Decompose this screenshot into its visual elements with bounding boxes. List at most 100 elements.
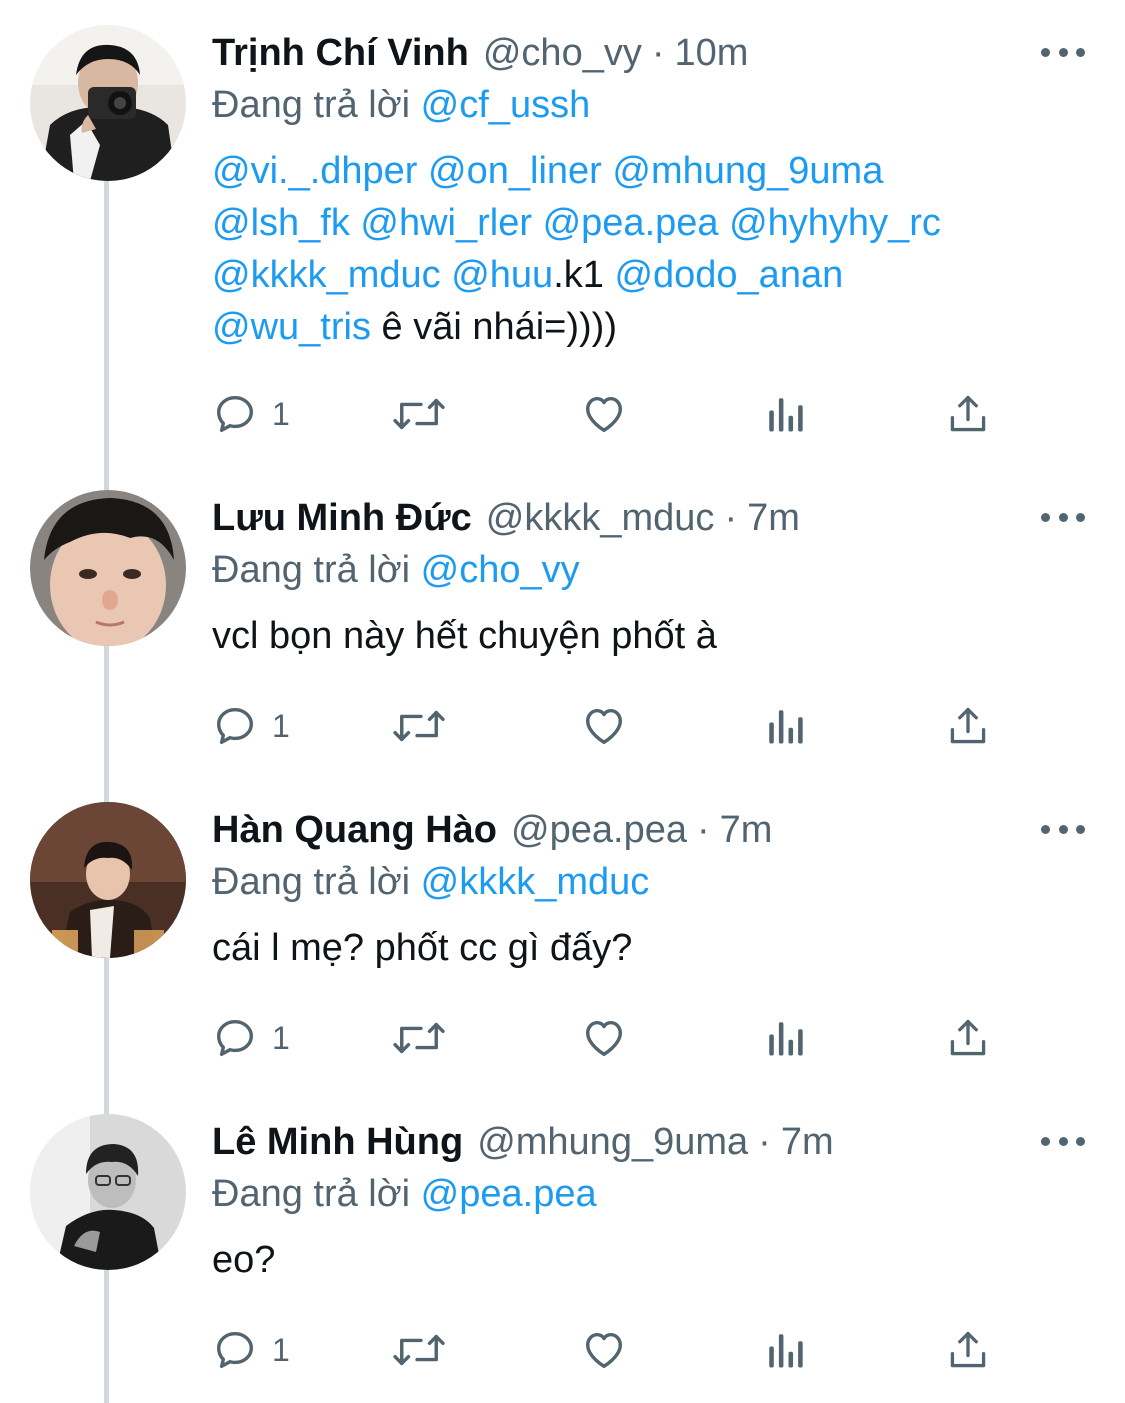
reply-button[interactable]: 1 <box>212 1015 290 1061</box>
tweet-text-line: cái l mẹ? phốt cc gì đấy? <box>212 922 1085 974</box>
separator: · <box>724 497 738 539</box>
reply-count: 1 <box>272 395 290 432</box>
timestamp[interactable]: 7m <box>781 1116 834 1168</box>
user-handle[interactable]: @kkkk_mduc <box>486 492 715 544</box>
analytics-button[interactable] <box>764 393 806 435</box>
separator: · <box>758 1121 771 1163</box>
tweet-text-line: @wu_tris ê vãi nhái=)))) <box>212 301 1085 353</box>
mention-link[interactable]: @pea.pea <box>543 202 719 244</box>
user-handle[interactable]: @cho_vy <box>483 27 642 79</box>
avatar[interactable] <box>30 490 186 646</box>
like-button[interactable] <box>580 1327 628 1373</box>
tweet-text-segment <box>441 254 452 296</box>
reply-icon <box>212 703 258 749</box>
analytics-button[interactable] <box>764 705 806 747</box>
timestamp[interactable]: 7m <box>747 492 800 544</box>
user-handle[interactable]: @pea.pea <box>511 804 687 856</box>
analytics-button[interactable] <box>764 1329 806 1371</box>
like-button[interactable] <box>580 391 628 437</box>
analytics-button[interactable] <box>764 1017 806 1059</box>
replying-to: Đang trả lời @cf_ussh <box>212 79 1085 131</box>
replying-to-mention[interactable]: @kkkk_mduc <box>421 861 650 903</box>
timestamp[interactable]: 7m <box>720 804 773 856</box>
avatar-photo <box>30 1114 186 1270</box>
mention-link[interactable]: @hyhyhy_rc <box>729 202 941 244</box>
more-icon[interactable] <box>1041 814 1085 844</box>
retweet-icon <box>390 1015 448 1061</box>
mention-link[interactable]: @mhung_9uma <box>612 150 883 192</box>
like-icon <box>580 391 628 437</box>
reply-button[interactable]: 1 <box>212 703 290 749</box>
timestamp[interactable]: 10m <box>675 27 749 79</box>
analytics-icon <box>764 1017 806 1059</box>
avatar[interactable] <box>30 25 186 181</box>
retweet-button[interactable] <box>390 703 448 749</box>
tweet-text-line: vcl bọn này hết chuyện phốt à <box>212 610 1085 662</box>
analytics-icon <box>764 705 806 747</box>
display-name[interactable]: Trịnh Chí Vinh <box>212 27 469 79</box>
retweet-button[interactable] <box>390 1015 448 1061</box>
retweet-button[interactable] <box>390 391 448 437</box>
replying-to-mention[interactable]: @cf_ussh <box>421 84 591 126</box>
more-icon[interactable] <box>1041 37 1085 67</box>
like-button[interactable] <box>580 703 628 749</box>
mention-link[interactable]: @vi._.dhper <box>212 150 417 192</box>
reply-count: 1 <box>272 1019 290 1056</box>
tweet-text-segment <box>532 202 543 244</box>
tweet-text-segment: cái l mẹ? phốt cc gì đấy? <box>212 927 633 969</box>
display-name[interactable]: Lê Minh Hùng <box>212 1116 463 1168</box>
share-button[interactable] <box>946 1015 990 1061</box>
tweet-text-segment <box>719 202 730 244</box>
tweet-text-line: @kkkk_mduc @huu.k1 @dodo_anan <box>212 249 1085 301</box>
mention-link[interactable]: @huu <box>451 254 553 296</box>
mention-link[interactable]: @kkkk_mduc <box>212 254 441 296</box>
tweet-text-line: @lsh_fk @hwi_rler @pea.pea @hyhyhy_rc <box>212 197 1085 249</box>
share-icon <box>946 391 990 437</box>
retweet-icon <box>390 391 448 437</box>
mention-link[interactable]: @lsh_fk <box>212 202 350 244</box>
action-bar: 1 <box>212 1012 1002 1064</box>
replying-to-label: Đang trả lời <box>212 1173 411 1215</box>
replying-to: Đang trả lời @cho_vy <box>212 544 1085 596</box>
tweet-text-segment <box>602 150 613 192</box>
replying-to-mention[interactable]: @pea.pea <box>421 1173 597 1215</box>
replying-to-mention[interactable]: @cho_vy <box>421 549 580 591</box>
display-name[interactable]: Hàn Quang Hào <box>212 804 497 856</box>
like-button[interactable] <box>580 1015 628 1061</box>
mention-link[interactable]: @wu_tris <box>212 306 371 348</box>
mention-link[interactable]: @hwi_rler <box>360 202 532 244</box>
like-icon <box>580 1015 628 1061</box>
mention-link[interactable]: @on_liner <box>428 150 602 192</box>
avatar[interactable] <box>30 1114 186 1270</box>
avatar-photo <box>30 25 186 181</box>
tweet-text: @vi._.dhper @on_liner @mhung_9uma @lsh_fk… <box>212 145 1085 353</box>
replying-to: Đang trả lời @kkkk_mduc <box>212 856 1085 908</box>
reply-button[interactable]: 1 <box>212 391 290 437</box>
share-icon <box>946 1327 990 1373</box>
mention-link[interactable]: @dodo_anan <box>614 254 843 296</box>
replying-to-label: Đang trả lời <box>212 861 411 903</box>
tweet-text-segment <box>417 150 428 192</box>
analytics-icon <box>764 1329 806 1371</box>
action-bar: 1 <box>212 1324 1002 1376</box>
tweet-text: eo? <box>212 1234 1085 1286</box>
reply-button[interactable]: 1 <box>212 1327 290 1373</box>
retweet-button[interactable] <box>390 1327 448 1373</box>
avatar[interactable] <box>30 802 186 958</box>
tweet-text-segment: eo? <box>212 1239 276 1281</box>
reply-icon <box>212 1327 258 1373</box>
more-icon[interactable] <box>1041 1126 1085 1156</box>
tweet-text: cái l mẹ? phốt cc gì đấy? <box>212 922 1085 974</box>
share-button[interactable] <box>946 1327 990 1373</box>
user-handle[interactable]: @mhung_9uma <box>477 1116 748 1168</box>
avatar-photo <box>30 490 186 646</box>
separator: · <box>696 809 710 851</box>
display-name[interactable]: Lưu Minh Đức <box>212 492 472 544</box>
share-button[interactable] <box>946 703 990 749</box>
tweet-text: vcl bọn này hết chuyện phốt à <box>212 610 1085 662</box>
tweet-text-segment: .k1 <box>553 254 615 296</box>
action-bar: 1 <box>212 700 1002 752</box>
more-icon[interactable] <box>1041 502 1085 532</box>
share-button[interactable] <box>946 391 990 437</box>
tweet-text-line: @vi._.dhper @on_liner @mhung_9uma <box>212 145 1085 197</box>
